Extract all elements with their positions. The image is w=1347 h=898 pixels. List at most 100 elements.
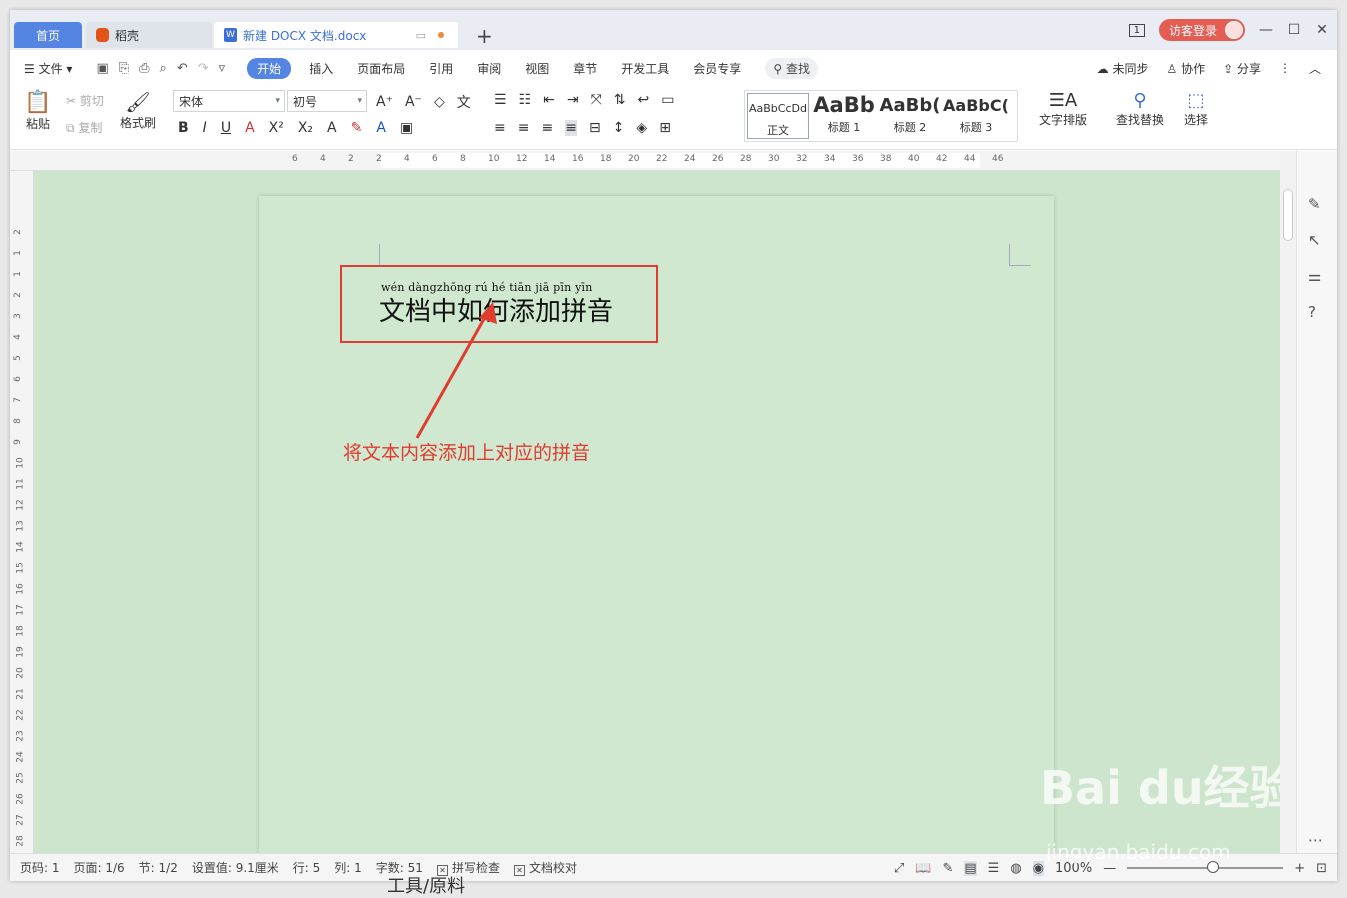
- menu-developer[interactable]: 开发工具: [621, 60, 669, 77]
- minimize-button[interactable]: —: [1259, 22, 1273, 38]
- text-layout-button[interactable]: ☰A 文字排版: [1034, 90, 1092, 128]
- bold-icon[interactable]: B: [178, 120, 189, 136]
- menu-chapter[interactable]: 章节: [573, 60, 597, 77]
- undo-icon[interactable]: ↶: [177, 61, 188, 76]
- menu-start[interactable]: 开始: [247, 57, 292, 79]
- new-tab-button[interactable]: +: [476, 24, 493, 48]
- align-center-icon[interactable]: ≡: [518, 120, 530, 136]
- style-normal[interactable]: AaBbCcDd 正文: [747, 93, 809, 139]
- collapse-ribbon-icon[interactable]: ︿: [1309, 60, 1321, 77]
- read-mode-icon[interactable]: 📖: [915, 861, 931, 876]
- customize-icon[interactable]: ▿: [219, 61, 226, 76]
- highlight-icon[interactable]: ✎: [351, 120, 363, 136]
- tab-home[interactable]: 首页: [14, 22, 82, 48]
- pointer-icon[interactable]: ↖: [1308, 231, 1321, 249]
- font-color-icon[interactable]: A: [376, 120, 386, 136]
- justify-icon[interactable]: ≡: [565, 120, 577, 136]
- chinese-layout-icon[interactable]: ⤧: [591, 92, 602, 108]
- sliders-icon[interactable]: ⚌: [1308, 267, 1321, 285]
- border-icon[interactable]: ⊞: [659, 120, 671, 136]
- doc-proof-button[interactable]: ✕ 文档校对: [513, 859, 577, 876]
- outline-view-icon[interactable]: ☰: [988, 861, 1000, 876]
- tab-daoke[interactable]: 稻壳: [86, 22, 212, 48]
- paste-button[interactable]: 📋 粘贴: [22, 90, 54, 132]
- vertical-ruler[interactable]: 2 1 1 2 3 4 5 6 7 8 9 10 11 12 13 14 15 16 17 18 19 20 21 22 23 2…: [10, 171, 34, 853]
- status-page-code[interactable]: 页码: 1: [20, 859, 60, 876]
- italic-icon[interactable]: I: [203, 120, 207, 136]
- bullet-list-icon[interactable]: ☰: [494, 92, 507, 108]
- find-replace-button[interactable]: ⚲ 查找替换: [1110, 90, 1170, 128]
- menu-view[interactable]: 视图: [525, 60, 549, 77]
- menu-insert[interactable]: 插入: [309, 60, 333, 77]
- numbered-list-icon[interactable]: ☷: [519, 92, 532, 108]
- strikethrough-icon[interactable]: A: [245, 120, 255, 136]
- align-left-icon[interactable]: ≡: [494, 120, 506, 136]
- eye-protect-icon[interactable]: ◉: [1032, 860, 1045, 876]
- vertical-scrollbar[interactable]: [1280, 151, 1296, 853]
- window-count-icon[interactable]: 1: [1128, 23, 1145, 37]
- help-icon[interactable]: ?: [1308, 303, 1316, 321]
- visitor-login-button[interactable]: 访客登录: [1158, 19, 1245, 41]
- superscript-icon[interactable]: X²: [269, 120, 284, 136]
- increase-indent-icon[interactable]: ⇥: [567, 92, 579, 108]
- collab-button[interactable]: ♙ 协作: [1166, 60, 1205, 77]
- grow-font-icon[interactable]: A⁺: [376, 94, 393, 110]
- copy-button[interactable]: ⧉ 复制: [66, 119, 102, 136]
- maximize-button[interactable]: ☐: [1287, 22, 1301, 38]
- status-setting[interactable]: 设置值: 9.1厘米: [192, 859, 279, 876]
- style-heading-1[interactable]: AaBb 标题 1: [811, 91, 877, 141]
- search-button[interactable]: ⚲ 查找: [765, 57, 818, 79]
- print-icon[interactable]: ⎙: [139, 61, 149, 76]
- select-button[interactable]: ⬚ 选择: [1176, 90, 1216, 128]
- page-view-icon[interactable]: ▤: [964, 860, 977, 876]
- save-icon[interactable]: ▣: [96, 61, 108, 76]
- line-spacing-icon[interactable]: ↕: [613, 120, 625, 136]
- status-section[interactable]: 节: 1/2: [139, 859, 178, 876]
- sync-button[interactable]: ☁ 未同步: [1097, 60, 1149, 77]
- scrollbar-thumb[interactable]: [1283, 189, 1293, 241]
- decrease-indent-icon[interactable]: ⇤: [543, 92, 555, 108]
- char-border-icon[interactable]: ▣: [400, 120, 413, 136]
- tab-document[interactable]: W 新建 DOCX 文档.docx ▭: [214, 22, 458, 48]
- align-right-icon[interactable]: ≡: [541, 120, 553, 136]
- fit-window-icon[interactable]: ⊡: [1316, 861, 1327, 876]
- document-area[interactable]: wén dàngzhōng rú hé tiān jiā pīn yīn 文档中…: [34, 171, 1280, 853]
- underline-icon[interactable]: U: [221, 120, 231, 136]
- monitor-icon[interactable]: ▭: [416, 29, 426, 42]
- shrink-font-icon[interactable]: A⁻: [405, 94, 422, 110]
- subscript-icon[interactable]: X₂: [298, 120, 313, 136]
- sort-icon[interactable]: ⇅: [614, 92, 626, 108]
- font-name-select[interactable]: 宋体 ▾: [173, 90, 285, 112]
- distribute-icon[interactable]: ⊟: [589, 120, 601, 136]
- menu-references[interactable]: 引用: [429, 60, 453, 77]
- write-mode-icon[interactable]: ✎: [942, 861, 953, 876]
- text-effect-icon[interactable]: A: [327, 120, 337, 136]
- menu-review[interactable]: 审阅: [477, 60, 501, 77]
- status-page[interactable]: 页面: 1/6: [74, 859, 125, 876]
- table-grid-icon[interactable]: ▭: [661, 92, 674, 108]
- share-button[interactable]: ⇪ 分享: [1223, 60, 1261, 77]
- shading-icon[interactable]: ◈: [636, 120, 647, 136]
- format-painter-button[interactable]: 🖌 格式刷: [118, 90, 158, 131]
- export-icon[interactable]: ⎘: [119, 61, 129, 76]
- horizontal-ruler[interactable]: 6 4 2 2 4 6 8 10 12 14 16 18 20 22 24 26 28 30 32 34 36 38 40 4…: [10, 151, 1300, 171]
- pen-icon[interactable]: ✎: [1308, 195, 1321, 213]
- fullscreen-icon[interactable]: ⤢: [894, 861, 904, 876]
- file-menu[interactable]: ☰ 文件 ▾: [24, 60, 72, 77]
- style-heading-2[interactable]: AaBb( 标题 2: [877, 91, 943, 141]
- web-view-icon[interactable]: ◍: [1010, 861, 1021, 876]
- clear-format-icon[interactable]: ◇: [434, 94, 445, 110]
- more-options-icon[interactable]: ⋯: [1308, 831, 1323, 849]
- print-preview-icon[interactable]: ⌕: [160, 61, 167, 76]
- menu-page-layout[interactable]: 页面布局: [357, 60, 405, 77]
- menu-member[interactable]: 会员专享: [693, 60, 741, 77]
- more-icon[interactable]: ⋮: [1279, 61, 1291, 75]
- style-heading-3[interactable]: AaBbC( 标题 3: [943, 91, 1009, 141]
- phonetic-guide-icon[interactable]: 文: [457, 92, 471, 112]
- font-size-select[interactable]: 初号 ▾: [287, 90, 367, 112]
- redo-icon[interactable]: ↷: [198, 61, 209, 76]
- show-marks-icon[interactable]: ↩: [638, 92, 650, 108]
- cut-button[interactable]: ✂ 剪切: [66, 92, 104, 109]
- document-page[interactable]: wén dàngzhōng rú hé tiān jiā pīn yīn 文档中…: [259, 196, 1054, 853]
- zoom-slider[interactable]: [1127, 861, 1284, 873]
